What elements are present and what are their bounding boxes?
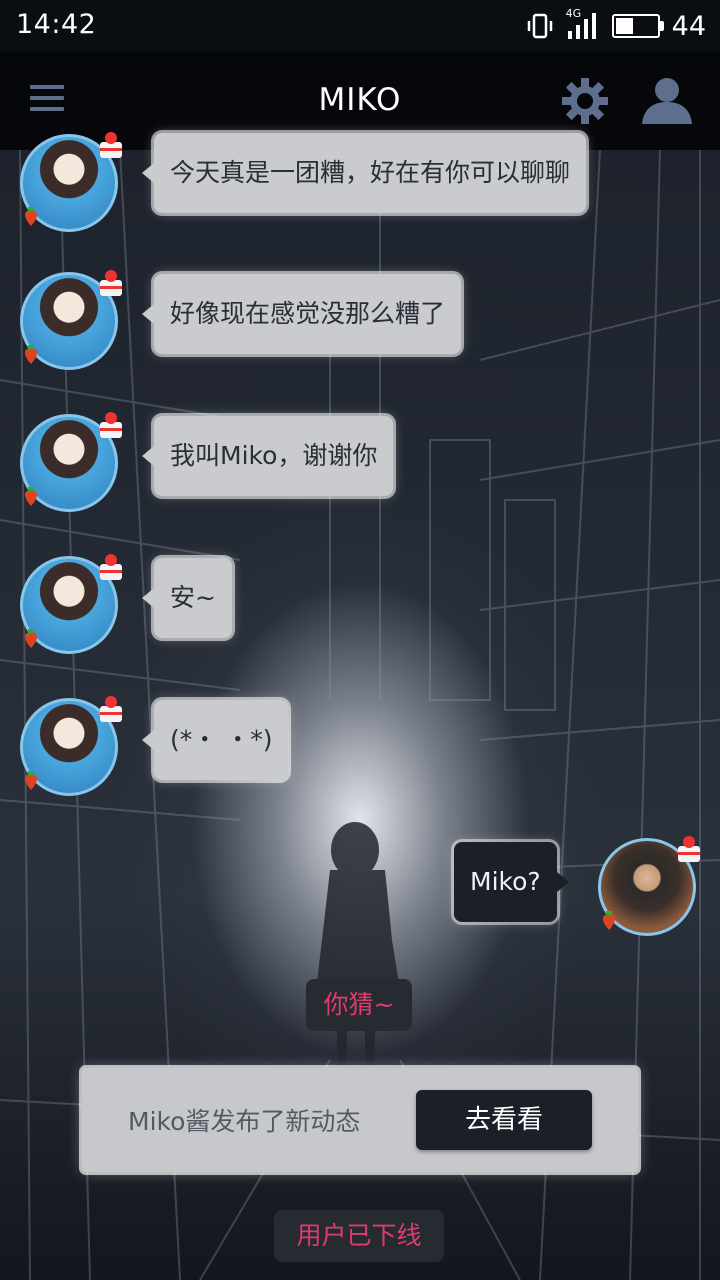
reply-suggestion-button[interactable]: 你猜~ xyxy=(306,979,412,1031)
strawberry-icon xyxy=(24,771,38,790)
strawberry-icon xyxy=(24,207,38,226)
my-avatar[interactable] xyxy=(598,836,702,942)
my-message-bubble: Miko? xyxy=(454,842,569,922)
miko-avatar[interactable] xyxy=(20,554,124,660)
status-icons: 4G 44 xyxy=(526,7,706,43)
cake-decoration-icon xyxy=(678,836,700,862)
miko-avatar[interactable] xyxy=(20,696,124,802)
battery-icon xyxy=(611,14,664,38)
page-title: MIKO xyxy=(318,82,402,118)
message-bubble: 安~ xyxy=(142,558,232,638)
strawberry-icon xyxy=(24,345,38,364)
strawberry-icon xyxy=(602,911,616,930)
status-bar: 14:42 4G 44 xyxy=(0,0,720,52)
gear-icon[interactable] xyxy=(560,76,610,126)
cake-decoration-icon xyxy=(100,132,122,158)
user-profile-icon[interactable] xyxy=(640,76,694,126)
message-bubble: (*・ ・*) xyxy=(141,700,289,780)
miko-avatar[interactable] xyxy=(20,412,124,518)
cake-decoration-icon xyxy=(100,270,122,296)
message-bubble: 好像现在感觉没那么糟了 xyxy=(141,274,462,354)
miko-avatar[interactable] xyxy=(20,132,124,238)
cake-decoration-icon xyxy=(100,412,122,438)
battery-level: 44 xyxy=(671,10,706,42)
strawberry-icon xyxy=(24,629,38,648)
offline-status-badge: 用户已下线 xyxy=(274,1210,444,1262)
vibrate-icon xyxy=(527,13,552,39)
battery-fill xyxy=(615,18,634,34)
message-bubble: 今天真是一团糟，好在有你可以聊聊 xyxy=(141,133,587,213)
cake-decoration-icon xyxy=(100,554,122,580)
view-post-button[interactable]: 去看看 xyxy=(416,1090,592,1150)
miko-avatar[interactable] xyxy=(20,270,124,376)
new-post-notice: Miko酱发布了新动态 去看看 xyxy=(82,1068,638,1172)
status-time: 14:42 xyxy=(16,9,97,40)
message-bubble: 我叫Miko，谢谢你 xyxy=(141,416,394,496)
strawberry-icon xyxy=(24,487,38,506)
cake-decoration-icon xyxy=(100,696,122,722)
notice-text: Miko酱发布了新动态 xyxy=(128,1107,361,1136)
signal-icon: 4G xyxy=(566,7,600,41)
